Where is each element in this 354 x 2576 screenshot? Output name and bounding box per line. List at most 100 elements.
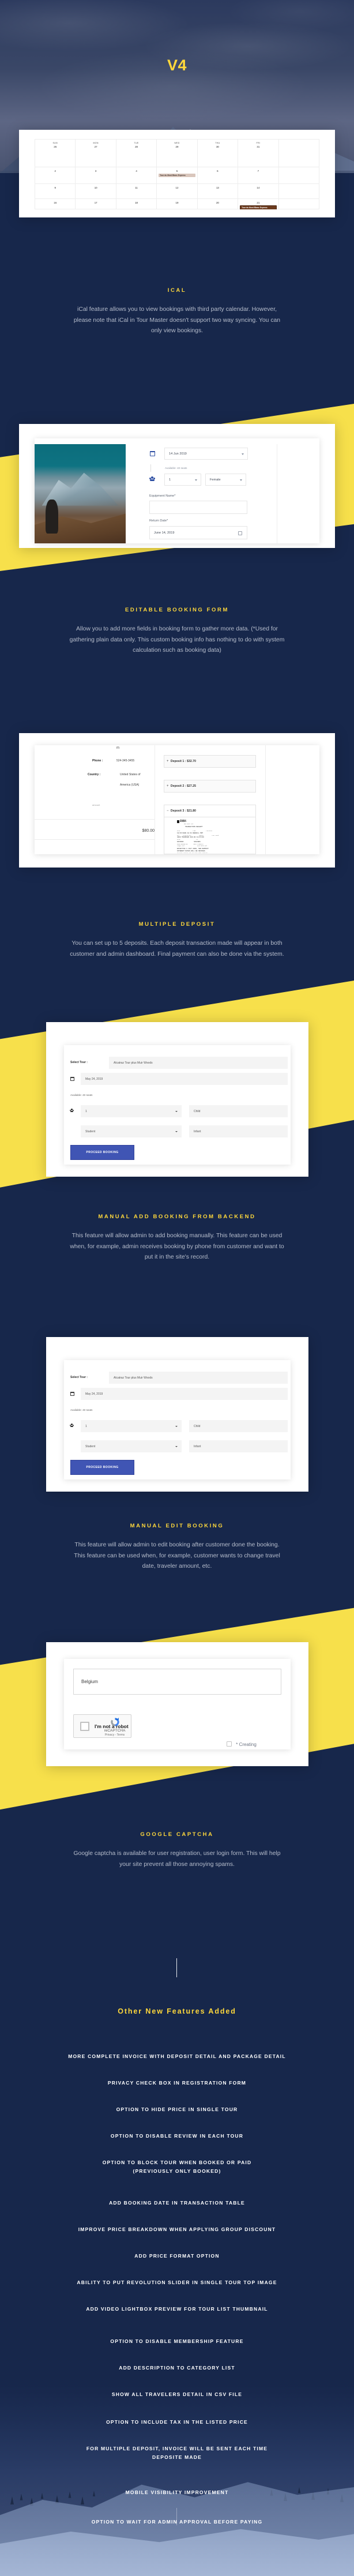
traveler-quantity-select[interactable]: 1 — [164, 474, 201, 486]
calendar-widget[interactable]: SUN 26 MON 27 TUE 28 WED 29 THU 30 FRI 3… — [35, 139, 319, 209]
calendar-event-dark[interactable]: Tour du Mont Blanc Express — [240, 205, 277, 209]
proceed-booking-button[interactable]: PROCEED BOOKING — [70, 1145, 134, 1160]
calendar-cell[interactable]: THU 30 — [197, 139, 239, 168]
calendar-cell[interactable]: FRI 31 — [238, 139, 279, 168]
section-title-manual-add-booking: Manual Add Booking From Backend — [98, 1214, 256, 1220]
travel-date-value: 14 Jun 2019 — [169, 452, 187, 456]
country-label: Country : — [88, 773, 100, 776]
phone-label-text: Phone : — [92, 759, 103, 763]
calendar-cell[interactable] — [278, 198, 319, 209]
calendar-cell[interactable]: 19 — [156, 198, 198, 209]
calendar-event-light[interactable]: Tour du Mont Blanc Express — [159, 174, 195, 178]
quantity-field[interactable]: 1 — [81, 1105, 182, 1117]
calendar-cell[interactable]: 4 — [115, 167, 157, 185]
travel-date-select[interactable]: 14 Jun 2019 — [164, 448, 248, 460]
child-type-field[interactable]: Child — [189, 1105, 288, 1117]
calendar-icon[interactable] — [238, 531, 242, 535]
calendar-cell[interactable]: MON 27 — [75, 139, 116, 168]
calendar-cell[interactable]: 3 — [75, 167, 116, 185]
expand-icon[interactable]: + — [167, 784, 169, 788]
collapse-icon[interactable]: − — [167, 809, 169, 813]
section-title-editable-booking-form: Editable Booking Form — [125, 607, 229, 613]
backend-booking-panel: Select Tour : Alcatraz Tour plus Muir Wo… — [64, 1045, 291, 1165]
section-body-ical: iCal feature allows you to view bookings… — [73, 306, 281, 334]
vertical-divider-top — [176, 1958, 177, 1977]
calendar-cell[interactable]: 5 Tour du Mont Blanc Express — [156, 167, 198, 185]
people-icon — [70, 1424, 74, 1427]
calendar-cell[interactable]: 13 — [197, 183, 239, 199]
calendar-cell[interactable]: 11 — [115, 183, 157, 199]
deposit-row[interactable]: − Deposit 3 : $21.80 — [164, 805, 256, 817]
calendar-week-row: 9 10 11 12 13 14 — [35, 183, 319, 199]
receipt-image[interactable]: DBS DBS Bank Ltd TRANSACTION RECEIPT Dat… — [177, 820, 245, 853]
expand-icon[interactable]: + — [167, 760, 169, 763]
section-body-google-captcha: Google captcha is available for user reg… — [73, 1850, 281, 1868]
calendar-cell[interactable]: 14 — [238, 183, 279, 199]
calendar-cell[interactable]: 17 — [75, 198, 116, 209]
select-tour-value: Alcatraz Tour plus Muir Woods — [114, 1376, 153, 1380]
calendar-cell[interactable]: 7 — [238, 167, 279, 185]
infant-type-field[interactable]: Infant — [189, 1440, 288, 1452]
phone-label: Phone : — [92, 759, 103, 763]
student-type-field[interactable]: Student — [81, 1125, 182, 1137]
calendar-daynum: 27 — [94, 145, 97, 148]
section-google-captcha: Google Captcha Google captcha is availab… — [0, 1831, 354, 1870]
deposit-row[interactable]: + Deposit 1 : $32.70 — [164, 755, 256, 768]
chevron-down-icon — [195, 479, 197, 481]
chevron-down-icon — [175, 1110, 178, 1112]
select-tour-label: Select Tour : — [70, 1061, 88, 1064]
feature-item: OPTION TO INCLUDE TAX IN THE LISTED PRIC… — [106, 2419, 248, 2425]
calendar-cell[interactable] — [278, 139, 319, 168]
calendar-icon — [70, 1392, 74, 1396]
calendar-cell[interactable]: TUE 28 — [115, 139, 157, 168]
receipt-balances: Ledger Bal Available Bal — [177, 845, 245, 847]
chevron-down-icon — [175, 1425, 178, 1427]
people-icon — [70, 1109, 74, 1112]
google-captcha-card: Belgium I'm not a robot reCAPTCHA Privac… — [46, 1642, 308, 1766]
tour-date-value: May 24, 2019 — [85, 1077, 103, 1081]
equipment-name-label: Equipment Name* — [149, 494, 176, 498]
country-input[interactable]: Belgium — [73, 1669, 281, 1695]
calendar-cell[interactable]: 6 — [197, 167, 239, 185]
country-value-line1: United States of — [120, 773, 141, 776]
calendar-cell[interactable]: 21 Tour du Mont Blanc Express — [238, 198, 279, 209]
creating-checkbox[interactable] — [227, 1741, 232, 1747]
traveler-type-select[interactable]: Female — [205, 474, 246, 486]
calendar-cell[interactable]: 18 — [115, 198, 157, 209]
quantity-field[interactable]: 1 — [81, 1420, 182, 1432]
calendar-cell[interactable]: WED 29 — [156, 139, 198, 168]
calendar-cell[interactable]: 9 — [35, 183, 76, 199]
calendar-cell[interactable] — [278, 183, 319, 199]
proceed-booking-button[interactable]: PROCEED BOOKING — [70, 1460, 134, 1475]
calendar-week-row: SUN 26 MON 27 TUE 28 WED 29 THU 30 FRI 3… — [35, 139, 319, 168]
student-type-field[interactable]: Student — [81, 1440, 182, 1452]
return-date-input[interactable]: June 14, 2019 — [149, 526, 247, 539]
calendar-week-row: 16 17 18 19 20 21 Tour du Mont Blanc Exp… — [35, 198, 319, 209]
recaptcha-widget[interactable]: I'm not a robot reCAPTCHA Privacy - Term… — [73, 1714, 131, 1738]
select-tour-field[interactable]: Alcatraz Tour plus Muir Woods — [109, 1372, 288, 1384]
calendar-cell[interactable]: 12 — [156, 183, 198, 199]
chevron-down-icon — [240, 479, 242, 481]
feature-item: ADD DESCRIPTION TO CATEGORY LIST — [119, 2365, 235, 2371]
calendar-cell[interactable]: 10 — [75, 183, 116, 199]
tour-date-field[interactable]: May 24, 2019 — [81, 1388, 288, 1400]
infant-type-field[interactable]: Infant — [189, 1125, 288, 1137]
feature-item: MOBILE VISIBILITY IMPROVEMENT — [125, 2489, 229, 2495]
calendar-table[interactable]: SUN 26 MON 27 TUE 28 WED 29 THU 30 FRI 3… — [35, 139, 319, 209]
equipment-name-input[interactable] — [149, 501, 247, 514]
captcha-panel: Belgium I'm not a robot reCAPTCHA Privac… — [64, 1659, 291, 1749]
child-type-field[interactable]: Child — [189, 1420, 288, 1432]
calendar-cell[interactable]: 16 — [35, 198, 76, 209]
availability-text: Available: 40 seats — [70, 1094, 93, 1097]
calendar-cell[interactable] — [278, 167, 319, 185]
calendar-daynum: 12 — [175, 186, 179, 190]
tour-date-field[interactable]: May 24, 2019 — [81, 1073, 288, 1085]
creating-checkbox-row[interactable]: * Creating — [227, 1741, 257, 1747]
not-a-robot-checkbox[interactable] — [80, 1721, 89, 1731]
calendar-cell[interactable]: SUN 26 — [35, 139, 76, 168]
deposit-row[interactable]: + Deposit 2 : $27.25 — [164, 780, 256, 793]
calendar-cell[interactable]: 2 — [35, 167, 76, 185]
availability-text: Available: 40 seats — [70, 1409, 93, 1411]
calendar-cell[interactable]: 20 — [197, 198, 239, 209]
select-tour-field[interactable]: Alcatraz Tour plus Muir Woods — [109, 1057, 288, 1069]
